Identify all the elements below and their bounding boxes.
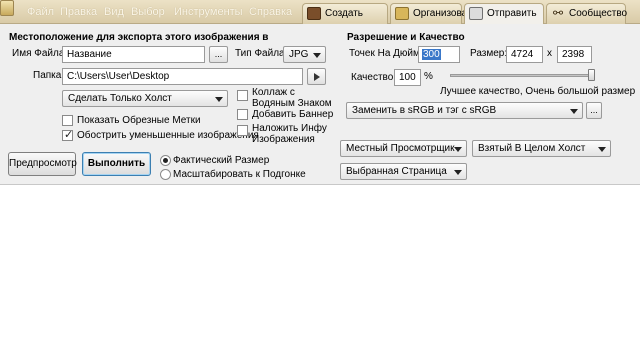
quality-slider-thumb[interactable] bbox=[588, 69, 595, 81]
viewer-value: Местный Просмотрщик bbox=[346, 143, 455, 154]
size-label: Размер: bbox=[470, 48, 508, 59]
chevron-down-icon bbox=[454, 147, 462, 152]
filetype-label: Тип Файла: bbox=[235, 48, 288, 59]
folder-input[interactable]: C:\Users\User\Desktop bbox=[62, 68, 303, 85]
tab-create[interactable]: Создать bbox=[302, 3, 388, 24]
color-profile-select[interactable]: Заменить в sRGB и тэг с sRGB bbox=[346, 102, 583, 119]
chevron-down-icon bbox=[570, 109, 578, 114]
tab-send-label: Отправить bbox=[487, 8, 537, 19]
overlay-info-checkbox[interactable] bbox=[237, 125, 248, 136]
app-icon[interactable] bbox=[0, 0, 14, 16]
folder-icon bbox=[395, 7, 409, 20]
page-select[interactable]: Выбранная Страница bbox=[340, 163, 467, 180]
export-scope-select[interactable]: Сделать Только Холст bbox=[62, 90, 228, 107]
printer-icon bbox=[469, 7, 483, 20]
width-input[interactable]: 4724 bbox=[506, 46, 543, 63]
tab-community-label: Сообщество bbox=[569, 8, 628, 19]
actual-size-radio[interactable] bbox=[160, 155, 171, 166]
sharpen-label: Обострить уменьшенные изображения bbox=[77, 130, 259, 141]
banner-checkbox[interactable] bbox=[237, 109, 248, 120]
resolution-section-title: Разрешение и Качество bbox=[347, 32, 465, 43]
actual-size-label: Фактический Размер bbox=[173, 155, 270, 166]
tab-send[interactable]: Отправить bbox=[464, 3, 544, 25]
browse-button[interactable]: ... bbox=[209, 46, 228, 63]
menu-bar: Файл Правка Вид Выбор Инструменты Справк… bbox=[0, 0, 640, 25]
filename-input[interactable]: Название bbox=[62, 46, 205, 63]
menu-file[interactable]: Файл bbox=[27, 6, 54, 18]
menu-help[interactable]: Справка bbox=[249, 6, 292, 18]
export-scope-value: Сделать Только Холст bbox=[68, 93, 172, 104]
filetype-value: JPG bbox=[289, 49, 309, 60]
dpi-value: 300 bbox=[422, 49, 441, 60]
quality-label: Качество: bbox=[351, 72, 397, 83]
height-input[interactable]: 2398 bbox=[557, 46, 592, 63]
menu-view[interactable]: Вид bbox=[104, 6, 124, 18]
size-x-label: x bbox=[547, 48, 552, 59]
tab-community[interactable]: ⚯ Сообщество bbox=[546, 3, 628, 24]
export-section-title: Местоположение для экспорта этого изобра… bbox=[9, 32, 269, 43]
checkmark-icon: ✓ bbox=[64, 129, 74, 141]
export-panel: Местоположение для экспорта этого изобра… bbox=[0, 24, 640, 185]
chevron-down-icon bbox=[454, 170, 462, 175]
color-profile-more-button[interactable]: ... bbox=[586, 102, 602, 119]
watermark-checkbox[interactable] bbox=[237, 90, 248, 101]
fit-scale-radio[interactable] bbox=[160, 169, 171, 180]
play-icon bbox=[314, 73, 320, 81]
canvas-area bbox=[0, 186, 640, 360]
chevron-down-icon bbox=[215, 97, 223, 102]
folder-label: Папка: bbox=[33, 70, 65, 81]
run-button[interactable]: Выполнить bbox=[82, 152, 151, 176]
banner-label: Добавить Баннер bbox=[252, 109, 334, 120]
color-profile-value: Заменить в sRGB и тэг с sRGB bbox=[352, 105, 497, 116]
quality-hint: Лучшее качество, Очень большой размер bbox=[440, 86, 636, 97]
watermark-label: Коллаж с Водяным Знаком bbox=[252, 87, 332, 109]
crop-marks-label: Показать Обрезные Метки bbox=[77, 115, 201, 126]
dpi-input[interactable]: 300 bbox=[418, 46, 460, 63]
menu-select[interactable]: Выбор bbox=[131, 6, 165, 18]
viewer-select[interactable]: Местный Просмотрщик bbox=[340, 140, 467, 157]
briefcase-icon bbox=[307, 7, 321, 20]
menu-edit[interactable]: Правка bbox=[60, 6, 97, 18]
tab-create-label: Создать bbox=[325, 8, 364, 19]
overlay-info-label: Наложить Инфу Изображения bbox=[252, 123, 327, 145]
people-icon: ⚯ bbox=[552, 6, 564, 20]
quality-input[interactable]: 100 bbox=[394, 69, 421, 86]
quality-percent: % bbox=[424, 71, 433, 82]
canvas-value: Взятый В Целом Холст bbox=[478, 143, 586, 154]
page-value: Выбранная Страница bbox=[346, 166, 447, 177]
preview-button[interactable]: Предпросмотр bbox=[8, 152, 77, 176]
dpi-label: Точек На Дюйм: bbox=[349, 48, 423, 59]
filetype-select[interactable]: JPG bbox=[283, 46, 326, 63]
tab-organize[interactable]: Организовать bbox=[390, 3, 477, 24]
fit-scale-label: Масштабировать к Подгонке bbox=[173, 169, 306, 180]
sharpen-checkbox[interactable]: ✓ bbox=[62, 129, 74, 141]
radio-selected-dot bbox=[163, 158, 168, 163]
folder-go-button[interactable] bbox=[307, 68, 326, 85]
chevron-down-icon bbox=[598, 147, 606, 152]
crop-marks-checkbox[interactable] bbox=[62, 115, 73, 126]
canvas-select[interactable]: Взятый В Целом Холст bbox=[472, 140, 611, 157]
quality-slider[interactable] bbox=[450, 74, 595, 77]
chevron-down-icon bbox=[313, 53, 321, 58]
filename-label: Имя Файла: bbox=[12, 48, 68, 59]
menu-tools[interactable]: Инструменты bbox=[174, 6, 243, 18]
